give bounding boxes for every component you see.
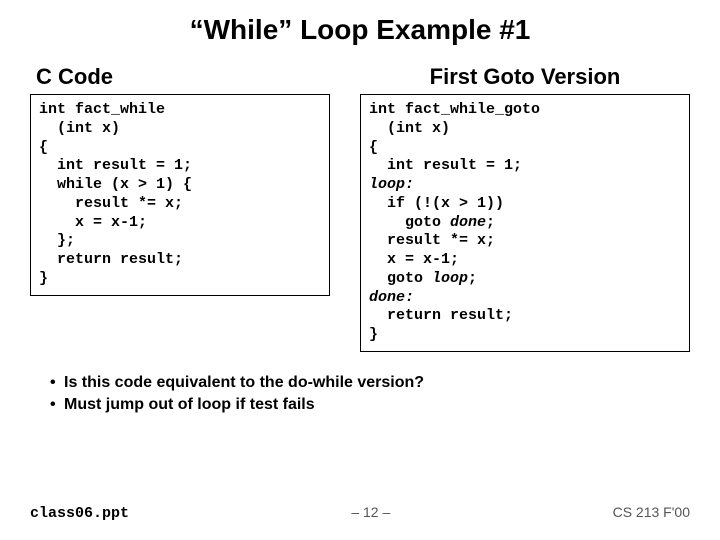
code-loop-ref: loop bbox=[432, 270, 468, 287]
footer-file: class06.ppt bbox=[30, 505, 129, 522]
code-mid3: ; bbox=[468, 270, 477, 287]
list-item: • Must jump out of loop if test fails bbox=[50, 396, 690, 414]
code-done-ref: done bbox=[450, 214, 486, 231]
left-heading: C Code bbox=[36, 64, 330, 90]
bullet-dot-icon: • bbox=[50, 396, 64, 414]
left-column: C Code int fact_while (int x) { int resu… bbox=[30, 64, 330, 296]
code-pre1: int fact_while_goto (int x) { int result… bbox=[369, 101, 540, 174]
footer: class06.ppt – 12 – CS 213 F'00 bbox=[30, 504, 690, 522]
list-item: • Is this code equivalent to the do-whil… bbox=[50, 374, 690, 392]
goto-code-box: int fact_while_goto (int x) { int result… bbox=[360, 94, 690, 352]
bullet-text: Must jump out of loop if test fails bbox=[64, 396, 315, 414]
footer-course: CS 213 F'00 bbox=[613, 504, 690, 520]
bullet-list: • Is this code equivalent to the do-whil… bbox=[50, 374, 690, 414]
bullet-text: Is this code equivalent to the do-while … bbox=[64, 374, 424, 392]
page-title: “While” Loop Example #1 bbox=[30, 14, 690, 46]
footer-page: – 12 – bbox=[351, 504, 390, 520]
columns: C Code int fact_while (int x) { int resu… bbox=[30, 64, 690, 352]
bullet-dot-icon: • bbox=[50, 374, 64, 392]
code-loop-label: loop: bbox=[369, 176, 414, 193]
right-column: First Goto Version int fact_while_goto (… bbox=[360, 64, 690, 352]
right-heading: First Goto Version bbox=[360, 64, 690, 90]
code-done-label: done: bbox=[369, 289, 414, 306]
code-post: return result; } bbox=[369, 307, 513, 343]
c-code-box: int fact_while (int x) { int result = 1;… bbox=[30, 94, 330, 296]
